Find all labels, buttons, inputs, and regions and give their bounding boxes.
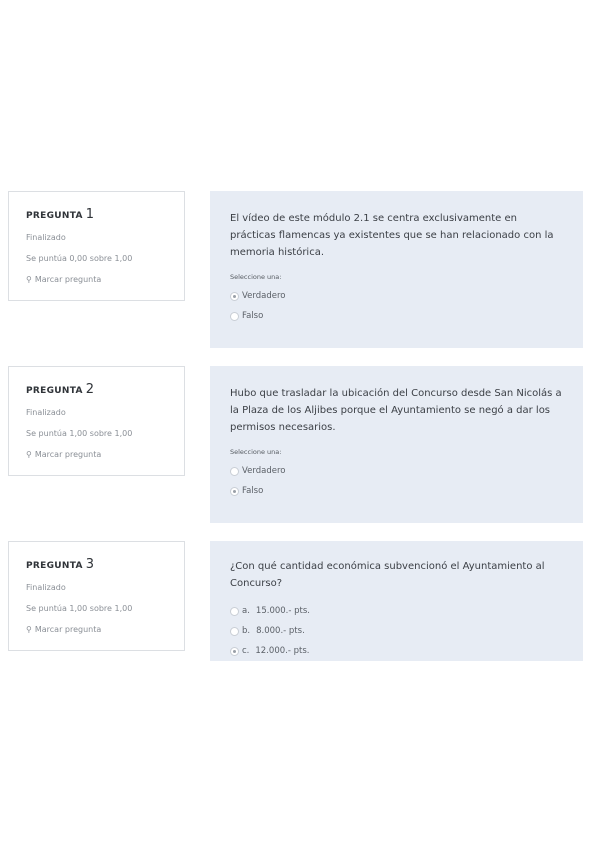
question-content-1: El vídeo de este módulo 2.1 se centra ex…: [210, 191, 583, 348]
flag-question-label: Marcar pregunta: [34, 625, 102, 634]
question-title: PREGUNTA 1: [26, 208, 172, 223]
question-score: Se puntúa 1,00 sobre 1,00: [26, 429, 133, 438]
question-label: PREGUNTA: [26, 561, 83, 571]
answer-option-letter: a.: [242, 606, 250, 616]
question-text: El vídeo de este módulo 2.1 se centra ex…: [230, 213, 554, 258]
question-score: Se puntúa 0,00 sobre 1,00: [26, 254, 133, 263]
answer-option-label: Verdadero: [242, 291, 286, 301]
question-state: Finalizado: [26, 233, 66, 242]
question-number: 1: [85, 207, 95, 222]
answer-option-label: Falso: [242, 311, 264, 321]
flag-question-label: Marcar pregunta: [34, 275, 102, 284]
question-state: Finalizado: [26, 583, 66, 592]
radio-button[interactable]: [230, 607, 239, 616]
question-label: PREGUNTA: [26, 211, 83, 221]
question-title: PREGUNTA 2: [26, 383, 172, 398]
answer-option-label: 8.000.- pts.: [256, 626, 305, 636]
answer-option[interactable]: Falso: [230, 311, 563, 322]
question-score: Se puntúa 1,00 sobre 1,00: [26, 604, 133, 613]
radio-button-selected[interactable]: [230, 292, 239, 301]
answer-option[interactable]: Falso: [230, 486, 563, 497]
question-text: Hubo que trasladar la ubicación del Conc…: [230, 388, 562, 433]
answer-option[interactable]: b. 8.000.- pts.: [230, 626, 563, 637]
answer-prompt: Seleccione una:: [230, 273, 282, 281]
answer-option-letter: b.: [242, 626, 251, 636]
flag-icon: ⚲: [26, 275, 32, 284]
answer-option-label: Falso: [242, 486, 264, 496]
question-number: 3: [85, 557, 95, 572]
flag-question-link[interactable]: ⚲ Marcar pregunta: [26, 274, 172, 285]
answer-option[interactable]: a. 15.000.- pts.: [230, 606, 563, 617]
radio-button-selected[interactable]: [230, 647, 239, 656]
answer-option[interactable]: Verdadero: [230, 291, 563, 302]
answer-option-label: 12.000.- pts.: [255, 646, 310, 656]
answer-option-label: 15.000.- pts.: [255, 606, 310, 616]
flag-question-label: Marcar pregunta: [34, 450, 102, 459]
answer-option[interactable]: Verdadero: [230, 466, 563, 477]
question-info-2: PREGUNTA 2 Finalizado Se puntúa 1,00 sobr…: [8, 366, 185, 476]
flag-question-link[interactable]: ⚲ Marcar pregunta: [26, 624, 172, 635]
answer-option-label: Verdadero: [242, 466, 286, 476]
flag-icon: ⚲: [26, 625, 32, 634]
radio-button[interactable]: [230, 627, 239, 636]
flag-question-link[interactable]: ⚲ Marcar pregunta: [26, 449, 172, 460]
question-info-1: PREGUNTA 1 Finalizado Se puntúa 0,00 sobr…: [8, 191, 185, 301]
question-content-3: ¿Con qué cantidad económica subvencionó …: [210, 541, 583, 661]
radio-button-selected[interactable]: [230, 487, 239, 496]
question-label: PREGUNTA: [26, 386, 83, 396]
question-title: PREGUNTA 3: [26, 558, 172, 573]
answer-option[interactable]: c. 12.000.- pts.: [230, 646, 563, 657]
answer-prompt: Seleccione una:: [230, 448, 282, 456]
question-state: Finalizado: [26, 408, 66, 417]
flag-icon: ⚲: [26, 450, 32, 459]
question-info-3: PREGUNTA 3 Finalizado Se puntúa 1,00 sobr…: [8, 541, 185, 651]
radio-button[interactable]: [230, 312, 239, 321]
answer-option-letter: c.: [242, 646, 250, 656]
question-text: ¿Con qué cantidad económica subvencionó …: [230, 561, 545, 589]
question-number: 2: [85, 382, 95, 397]
question-content-2: Hubo que trasladar la ubicación del Conc…: [210, 366, 583, 523]
radio-button[interactable]: [230, 467, 239, 476]
